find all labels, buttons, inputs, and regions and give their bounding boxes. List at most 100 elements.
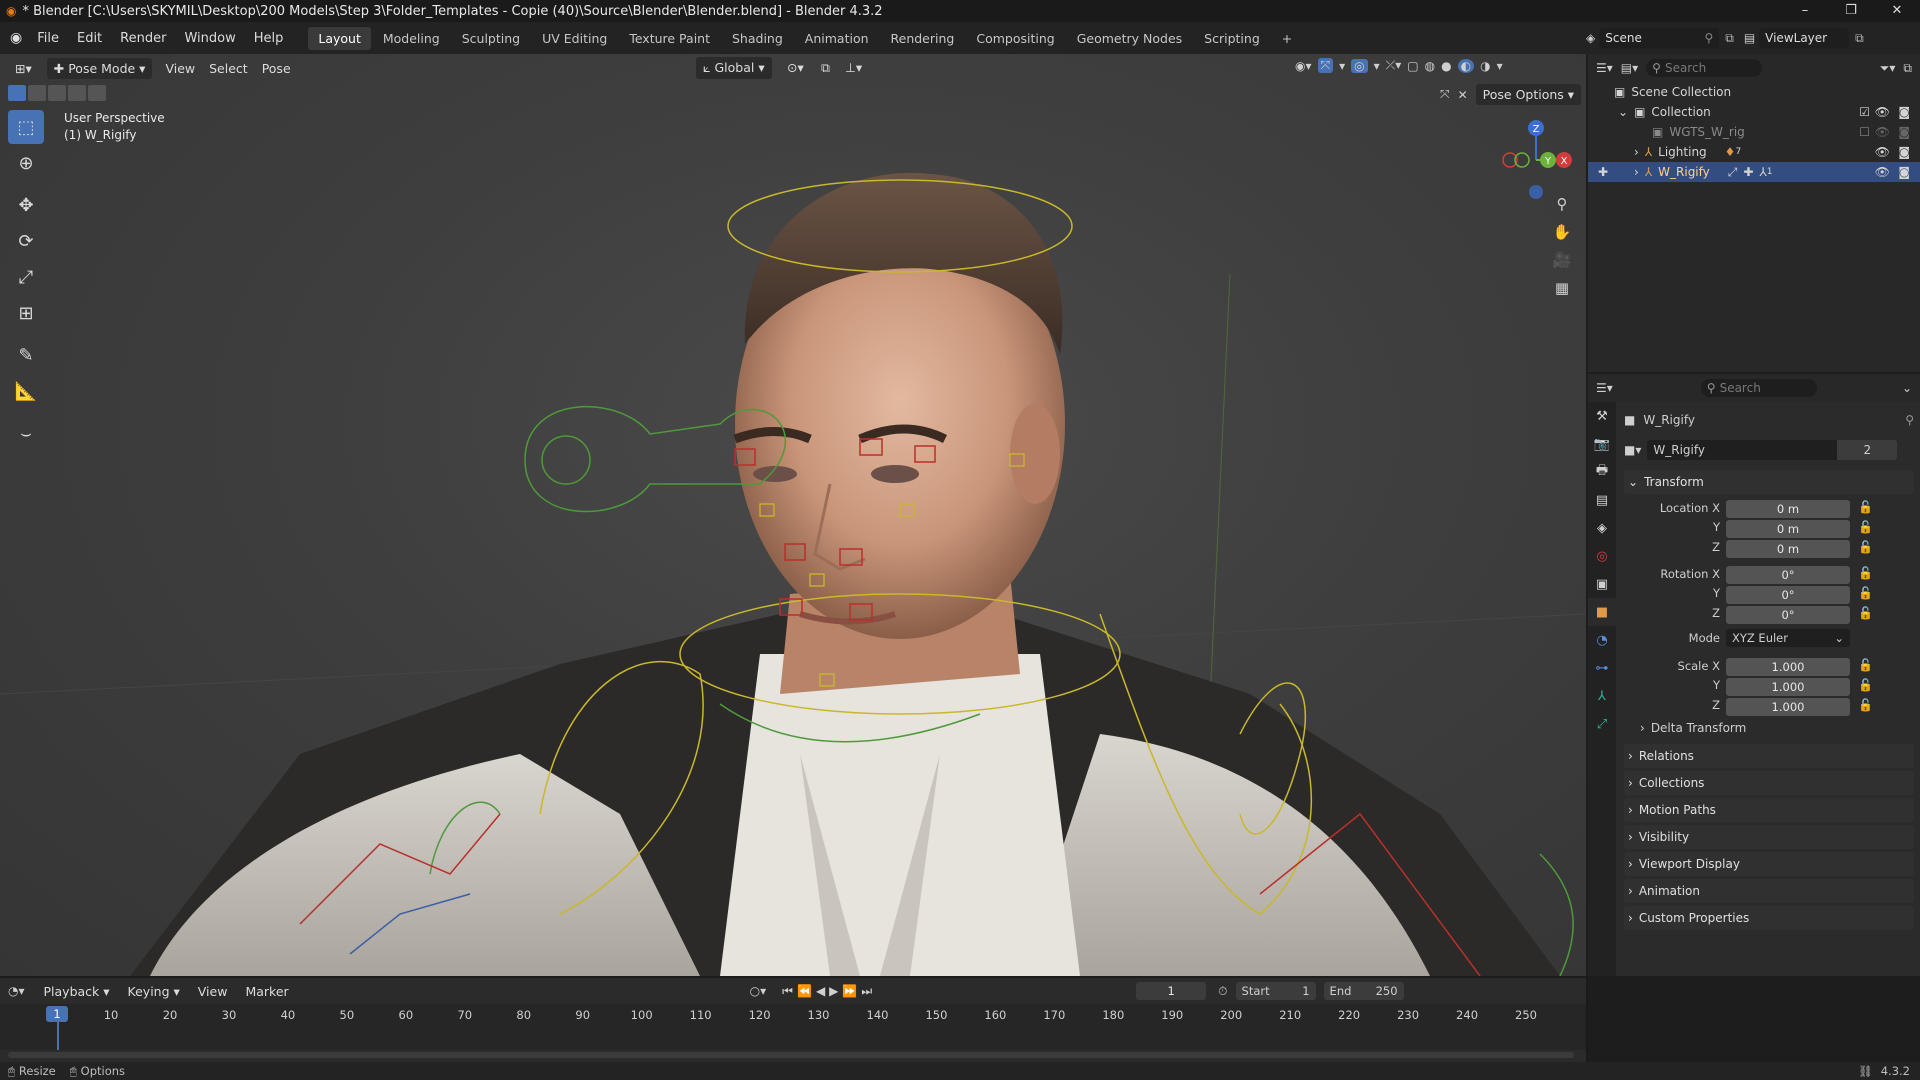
object-tab-icon[interactable]: ■ xyxy=(1588,598,1616,626)
outliner-row-lighting[interactable]: › ⅄ Lighting ♦ 7 👁 ◙ xyxy=(1588,142,1920,162)
tool-tab-icon[interactable]: ⚒ xyxy=(1588,402,1616,430)
options-chevron-icon[interactable]: ⌄ xyxy=(1902,381,1912,395)
world-tab-icon[interactable]: ◎ xyxy=(1588,542,1616,570)
users-count[interactable]: 2 xyxy=(1837,440,1898,460)
outliner-row-collection[interactable]: ⌄ ▣ Collection ☑ 👁 ◙ xyxy=(1588,102,1920,122)
select-subtract-icon[interactable] xyxy=(48,85,66,101)
lock-icon[interactable]: 🔓 xyxy=(1858,586,1873,600)
navigation-gizmo[interactable]: Z X Y xyxy=(1496,112,1576,202)
measure-tool[interactable]: 📐 xyxy=(8,374,44,408)
rotate-tool[interactable]: ⟳ xyxy=(8,224,44,258)
end-frame-field[interactable]: End 250 xyxy=(1323,982,1404,1000)
rotation-x-field[interactable]: 0° xyxy=(1726,566,1850,584)
pivot-icon[interactable]: ⊙▾ xyxy=(780,57,811,78)
expand-icon[interactable]: › xyxy=(1634,165,1639,179)
gizmo-menu-icon[interactable]: ▾ xyxy=(1339,59,1345,73)
panel-viewport-display[interactable]: › Viewport Display xyxy=(1624,852,1914,876)
rotation-mode-dropdown[interactable]: XYZ Euler ⌄ xyxy=(1726,629,1850,647)
tab-modeling[interactable]: Modeling xyxy=(373,27,450,50)
new-view-layer-icon[interactable]: ⧉ xyxy=(1855,31,1864,46)
overlay-menu-icon[interactable]: ▾ xyxy=(1374,59,1380,73)
collection-tab-icon[interactable]: ▣ xyxy=(1588,570,1616,598)
lock-icon[interactable]: 🔓 xyxy=(1858,500,1873,514)
panel-collections[interactable]: › Collections xyxy=(1624,771,1914,795)
tab-sculpting[interactable]: Sculpting xyxy=(452,27,530,50)
scene-tab-icon[interactable]: ◈ xyxy=(1588,514,1616,542)
move-tool[interactable]: ✥ xyxy=(8,188,44,222)
lock-icon[interactable]: 🔓 xyxy=(1858,520,1873,534)
rotation-y-field[interactable]: 0° xyxy=(1726,586,1850,604)
wireframe-shading-icon[interactable]: ◍ xyxy=(1425,59,1435,73)
object-name-field[interactable]: W_Rigify xyxy=(1647,440,1838,460)
cursor-tool[interactable]: ⊕ xyxy=(8,146,44,180)
expand-icon[interactable]: › xyxy=(1634,145,1639,159)
camera-view-icon[interactable]: 🎥 xyxy=(1548,246,1576,274)
outliner-row-wgts[interactable]: ▣ WGTS_W_rig ☐ 👁 ◙ xyxy=(1588,122,1920,142)
select-box-tool[interactable]: ⬚ xyxy=(8,110,44,144)
select-invert-icon[interactable] xyxy=(68,85,86,101)
panel-relations[interactable]: › Relations xyxy=(1624,744,1914,768)
eye-icon[interactable]: 👁 xyxy=(1875,125,1890,139)
new-collection-icon[interactable]: ⧉ xyxy=(1903,61,1912,76)
modifier-tab-icon[interactable]: ◔ xyxy=(1588,626,1616,654)
jump-keyframe-forward-icon[interactable]: ⏩ xyxy=(842,984,857,998)
pin-icon[interactable]: ⚲ xyxy=(1905,413,1914,427)
menu-window[interactable]: Window xyxy=(175,31,244,46)
restore-button[interactable]: ❐ xyxy=(1828,0,1874,22)
filter-icon[interactable]: ⏷▾ xyxy=(1880,61,1896,76)
pan-hand-icon[interactable]: ✋ xyxy=(1548,218,1576,246)
panel-custom-properties[interactable]: › Custom Properties xyxy=(1624,906,1914,930)
data-tab-icon[interactable]: ⅄ xyxy=(1588,682,1616,710)
overlay-toggle-icon[interactable]: ◎ xyxy=(1351,58,1368,73)
select-intersect-icon[interactable] xyxy=(88,85,106,101)
scale-y-field[interactable]: 1.000 xyxy=(1726,678,1850,696)
keying-menu[interactable]: Keying ▾ xyxy=(121,981,187,1002)
menu-help[interactable]: Help xyxy=(245,31,293,46)
lock-icon[interactable]: 🔓 xyxy=(1858,658,1873,672)
pose-options-x-icon[interactable]: ✕ xyxy=(1458,88,1468,102)
blender-menu-icon[interactable]: ◉ xyxy=(10,30,22,46)
add-workspace-button[interactable]: + xyxy=(1272,27,1302,50)
select-new-icon[interactable] xyxy=(8,85,26,101)
bone-tab-icon[interactable]: ⤢ xyxy=(1588,710,1616,738)
start-frame-field[interactable]: Start 1 xyxy=(1235,982,1316,1000)
scene-selector[interactable]: Scene ⚲ xyxy=(1599,28,1720,48)
panel-animation[interactable]: › Animation xyxy=(1624,879,1914,903)
menu-render[interactable]: Render xyxy=(111,31,175,46)
3d-viewport[interactable]: ⊞▾ ✚ Pose Mode ▾ View Select Pose ⟀ Glob… xyxy=(0,54,1586,976)
lock-icon[interactable]: 🔓 xyxy=(1858,540,1873,554)
bone-overlay-icon[interactable]: ⤫▾ xyxy=(1386,58,1402,73)
camera-icon[interactable]: ◙ xyxy=(1898,165,1910,179)
properties-editor-icon[interactable]: ☰▾ xyxy=(1596,381,1613,395)
panel-motion-paths[interactable]: › Motion Paths xyxy=(1624,798,1914,822)
tab-texture-paint[interactable]: Texture Paint xyxy=(619,27,720,50)
tab-uv-editing[interactable]: UV Editing xyxy=(532,27,617,50)
gizmo-y-label[interactable]: Y xyxy=(1544,156,1552,167)
visibility-icon[interactable]: ◉▾ xyxy=(1295,59,1312,73)
marker-menu[interactable]: Marker xyxy=(238,981,295,1002)
timeline-track[interactable]: 1 10 20 30 40 50 60 70 80 90 100 110 120 130 140 150 16… xyxy=(0,1004,1586,1050)
eye-icon[interactable]: 👁 xyxy=(1875,105,1890,119)
playhead-frame-label[interactable]: 1 xyxy=(46,1006,68,1022)
perspective-grid-icon[interactable]: ▦ xyxy=(1548,274,1576,302)
display-mode-icon[interactable]: ▤▾ xyxy=(1621,61,1638,75)
outliner-row-w-rigify[interactable]: ✚ › ⅄ W_Rigify ⤢ ✚ ⅄ 1 👁 ◙ xyxy=(1588,162,1920,182)
close-button[interactable]: ✕ xyxy=(1874,0,1920,22)
panel-visibility[interactable]: › Visibility xyxy=(1624,825,1914,849)
location-x-field[interactable]: 0 m xyxy=(1726,500,1850,518)
menu-edit[interactable]: Edit xyxy=(68,31,111,46)
lock-icon[interactable]: 🔓 xyxy=(1858,566,1873,580)
tab-rendering[interactable]: Rendering xyxy=(881,27,965,50)
eye-icon[interactable]: 👁 xyxy=(1875,165,1890,179)
stopwatch-icon[interactable]: ⏱ xyxy=(1218,984,1227,999)
jump-start-icon[interactable]: ⏮ xyxy=(782,984,793,999)
checkbox-icon[interactable]: ☑ xyxy=(1859,105,1870,119)
gizmo-x-label[interactable]: X xyxy=(1561,156,1568,167)
object-type-icon[interactable]: ■▾ xyxy=(1624,443,1641,457)
camera-icon[interactable]: ◙ xyxy=(1898,145,1910,159)
transform-orientation-selector[interactable]: ⟀ Global ▾ xyxy=(696,57,772,79)
lock-icon[interactable]: 🔓 xyxy=(1858,678,1873,692)
tab-compositing[interactable]: Compositing xyxy=(966,27,1064,50)
gizmo-toggle-icon[interactable]: ⤧ xyxy=(1317,58,1334,73)
snap-icon[interactable]: ⧉ xyxy=(814,57,837,79)
